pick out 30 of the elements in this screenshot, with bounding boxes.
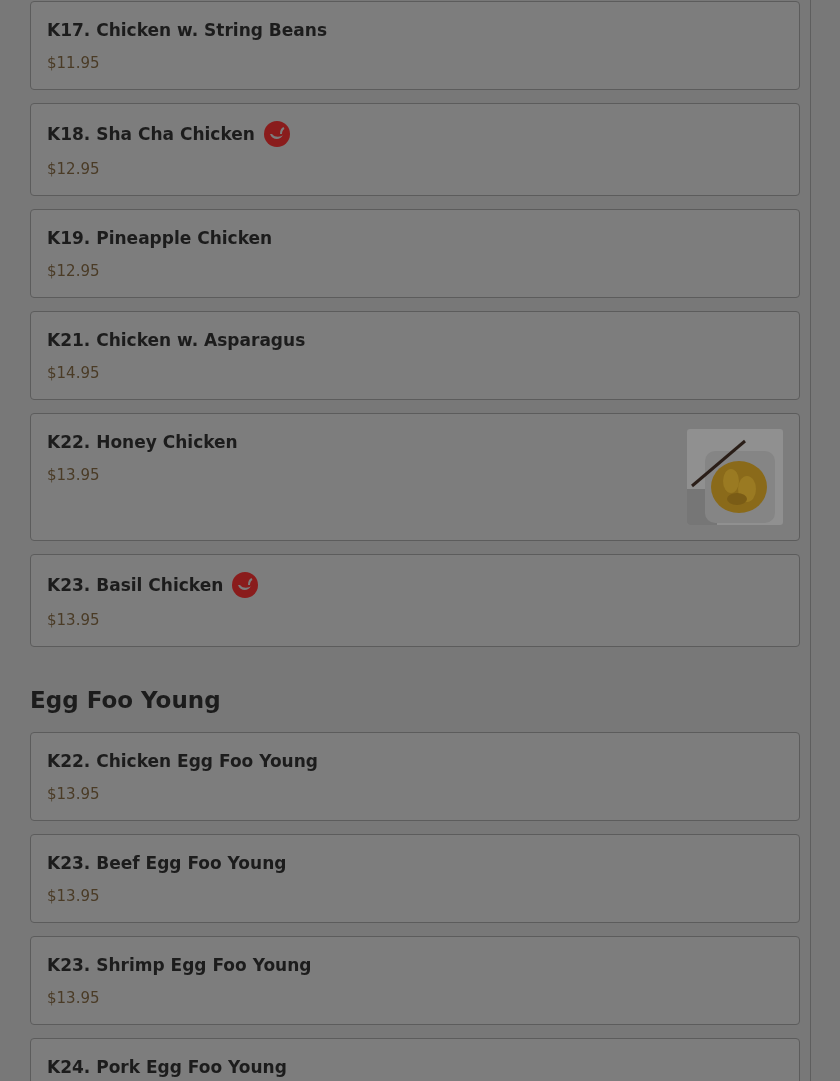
item-name: K23. Shrimp Egg Foo Young xyxy=(47,955,312,975)
item-price: $14.95 xyxy=(47,363,101,384)
item-price: $12.95 xyxy=(47,261,101,282)
item-name: K18. Sha Cha Chicken xyxy=(47,124,255,144)
item-name: K22. Honey Chicken xyxy=(47,432,238,452)
menu-item-card[interactable]: K23. Basil Chicken $13.95 xyxy=(30,554,800,647)
menu-item-card[interactable]: K22. Honey Chicken $13.95 xyxy=(30,413,800,541)
item-price: $13.95 xyxy=(47,784,101,805)
item-price: $13.95 xyxy=(47,465,101,486)
item-name: K17. Chicken w. String Beans xyxy=(47,20,328,40)
menu-item-card[interactable]: K21. Chicken w. Asparagus $14.95 xyxy=(30,311,800,400)
menu-item-card[interactable]: K24. Pork Egg Foo Young xyxy=(30,1038,800,1081)
menu-item-card[interactable]: K18. Sha Cha Chicken $12.95 xyxy=(30,103,800,196)
item-name: K21. Chicken w. Asparagus xyxy=(47,330,306,350)
item-price: $13.95 xyxy=(47,610,101,631)
menu-item-card[interactable]: K23. Beef Egg Foo Young $13.95 xyxy=(30,834,800,923)
item-price: $13.95 xyxy=(47,886,101,907)
item-name: K19. Pineapple Chicken xyxy=(47,228,273,248)
menu-item-card[interactable]: K23. Shrimp Egg Foo Young $13.95 xyxy=(30,936,800,1025)
item-price: $12.95 xyxy=(47,159,101,180)
item-price: $13.95 xyxy=(47,988,101,1009)
item-name: K23. Beef Egg Foo Young xyxy=(47,853,287,873)
menu-item-card[interactable]: K19. Pineapple Chicken $12.95 xyxy=(30,209,800,298)
item-price: $11.95 xyxy=(47,53,101,74)
item-name: K23. Basil Chicken xyxy=(47,575,224,595)
menu-item-card[interactable]: K17. Chicken w. String Beans $11.95 xyxy=(30,1,800,90)
menu-item-card[interactable]: K22. Chicken Egg Foo Young $13.95 xyxy=(30,732,800,821)
item-name: K22. Chicken Egg Foo Young xyxy=(47,751,318,771)
item-name: K24. Pork Egg Foo Young xyxy=(47,1057,287,1077)
section-heading: Egg Foo Young xyxy=(30,686,222,715)
